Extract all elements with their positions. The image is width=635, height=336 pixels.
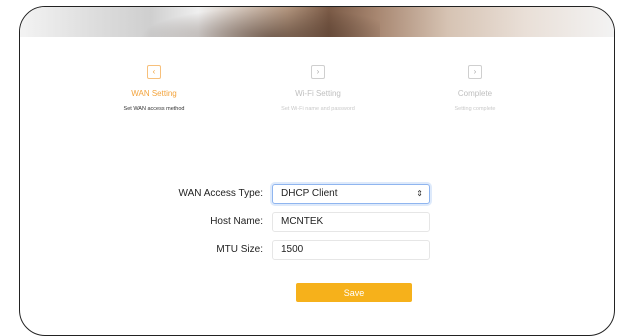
step-title: WAN Setting: [131, 89, 177, 98]
mtu-size-input[interactable]: 1500: [272, 240, 430, 260]
host-name-input[interactable]: MCNTEK: [272, 212, 430, 232]
save-button[interactable]: Save: [296, 283, 412, 302]
wan-access-type-select[interactable]: DHCP Client ⇕: [272, 184, 430, 204]
step-description: Setting complete: [454, 106, 496, 112]
host-name-label-wrap: Host Name:: [133, 213, 263, 231]
host-name-value: MCNTEK: [281, 216, 324, 227]
wan-access-type-label-wrap: WAN Access Type:: [133, 185, 263, 203]
mtu-size-label: MTU Size:: [216, 244, 263, 255]
wan-access-type-label: WAN Access Type:: [178, 188, 263, 199]
setup-steps: ‹ WAN Setting Set WAN access method › Wi…: [20, 65, 614, 125]
host-name-label: Host Name:: [210, 216, 263, 227]
step-icon: ›: [468, 65, 482, 79]
step-complete[interactable]: › Complete Setting complete: [405, 65, 545, 112]
step-icon: ›: [311, 65, 325, 79]
step-title: Wi-Fi Setting: [295, 89, 341, 98]
hero-banner-image: [20, 7, 614, 37]
chevron-updown-icon: ⇕: [416, 189, 423, 198]
wan-access-type-value: DHCP Client: [281, 188, 338, 199]
hero-banner-shade: [140, 7, 380, 37]
step-title: Complete: [457, 89, 493, 98]
step-description: Set WAN access method: [123, 106, 185, 112]
step-wan-setting[interactable]: ‹ WAN Setting Set WAN access method: [84, 65, 224, 112]
step-description: Set Wi-Fi name and password: [281, 106, 355, 112]
mtu-size-label-wrap: MTU Size:: [133, 241, 263, 259]
mtu-size-value: 1500: [281, 244, 304, 255]
step-wifi-setting[interactable]: › Wi-Fi Setting Set Wi-Fi name and passw…: [248, 65, 388, 112]
step-icon: ‹: [147, 65, 161, 79]
